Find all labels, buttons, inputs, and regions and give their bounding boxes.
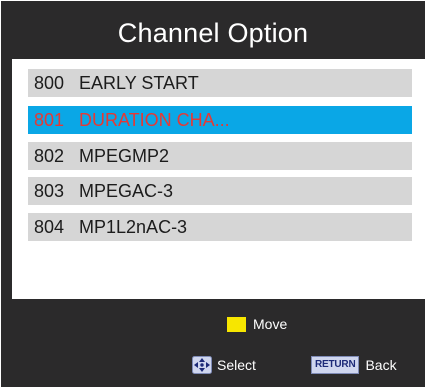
channel-option-menu: Channel Option 800 EARLY START 801 DURAT… — [0, 0, 430, 392]
move-label: Move — [253, 316, 288, 332]
channel-row-802[interactable]: 802 MPEGMP2 — [28, 142, 412, 170]
back-label: Back — [365, 357, 397, 373]
channel-label: MPEGMP2 — [79, 146, 170, 166]
channel-row-803[interactable]: 803 MPEGAC-3 — [28, 177, 412, 205]
channel-label: EARLY START — [79, 73, 199, 93]
dpad-icon — [192, 356, 212, 374]
channel-label: MPEGAC-3 — [79, 181, 174, 201]
channel-label: DURATION CHA... — [79, 110, 230, 130]
back-hint: RETURN Back — [311, 356, 397, 374]
select-label: Select — [217, 357, 256, 373]
return-key-icon: RETURN — [311, 356, 360, 374]
channel-list-panel: 800 EARLY START 801 DURATION CHA... 802 … — [12, 59, 425, 299]
move-hint: Move — [227, 315, 287, 333]
channel-number: 802 — [34, 146, 65, 166]
menu-title: Channel Option — [117, 18, 309, 48]
channel-row-804[interactable]: 804 MP1L2nAC-3 — [28, 213, 412, 241]
channel-row-800[interactable]: 800 EARLY START — [28, 69, 412, 97]
yellow-key-icon — [227, 316, 246, 332]
channel-number: 801 — [34, 110, 65, 130]
channel-number: 803 — [34, 181, 65, 201]
channel-label: MP1L2nAC-3 — [79, 217, 188, 237]
menu-frame: Channel Option 800 EARLY START 801 DURAT… — [1, 1, 425, 387]
channel-row-801[interactable]: 801 DURATION CHA... — [28, 106, 412, 134]
channel-number: 800 — [34, 73, 65, 93]
select-hint: Select — [192, 356, 256, 374]
channel-number: 804 — [34, 217, 65, 237]
